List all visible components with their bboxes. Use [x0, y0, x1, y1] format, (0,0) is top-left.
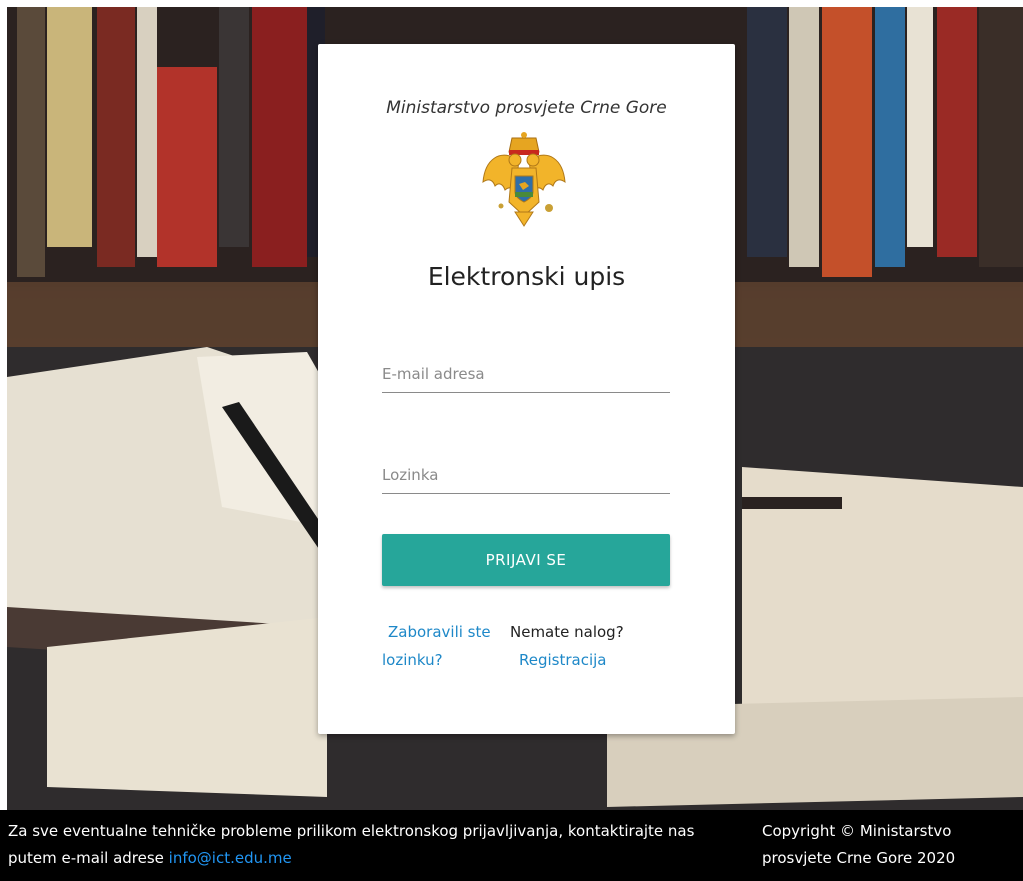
footer-support-message: Za sve eventualne tehničke probleme pril… — [8, 822, 695, 867]
login-card: Ministarstvo prosvjete Crne Gore Elektro… — [318, 44, 735, 734]
no-account-text: Nemate nalog? — [510, 623, 624, 641]
forgot-password-link[interactable]: Zaboravili ste lozinku? — [382, 618, 510, 674]
register-link[interactable]: Registracija — [510, 646, 660, 674]
footer-copyright: Copyright © Ministarstvo prosvjete Crne … — [762, 822, 956, 867]
password-field[interactable] — [382, 457, 670, 494]
login-button[interactable]: PRIJAVI SE — [382, 534, 670, 586]
register-group: Nemate nalog? Registracija — [510, 618, 660, 674]
support-email-link[interactable]: info@ict.edu.me — [169, 849, 292, 867]
montenegro-coat-of-arms-icon — [482, 132, 566, 227]
ministry-name: Ministarstvo prosvjete Crne Gore — [386, 98, 667, 118]
form-title: Elektronski upis — [427, 262, 626, 291]
email-field[interactable] — [382, 356, 670, 393]
login-page: Ministarstvo prosvjete Crne Gore Elektro… — [0, 0, 1023, 881]
footer: Za sve eventualne tehničke probleme pril… — [0, 810, 1023, 881]
footer-support-text: Za sve eventualne tehničke probleme pril… — [8, 818, 698, 872]
